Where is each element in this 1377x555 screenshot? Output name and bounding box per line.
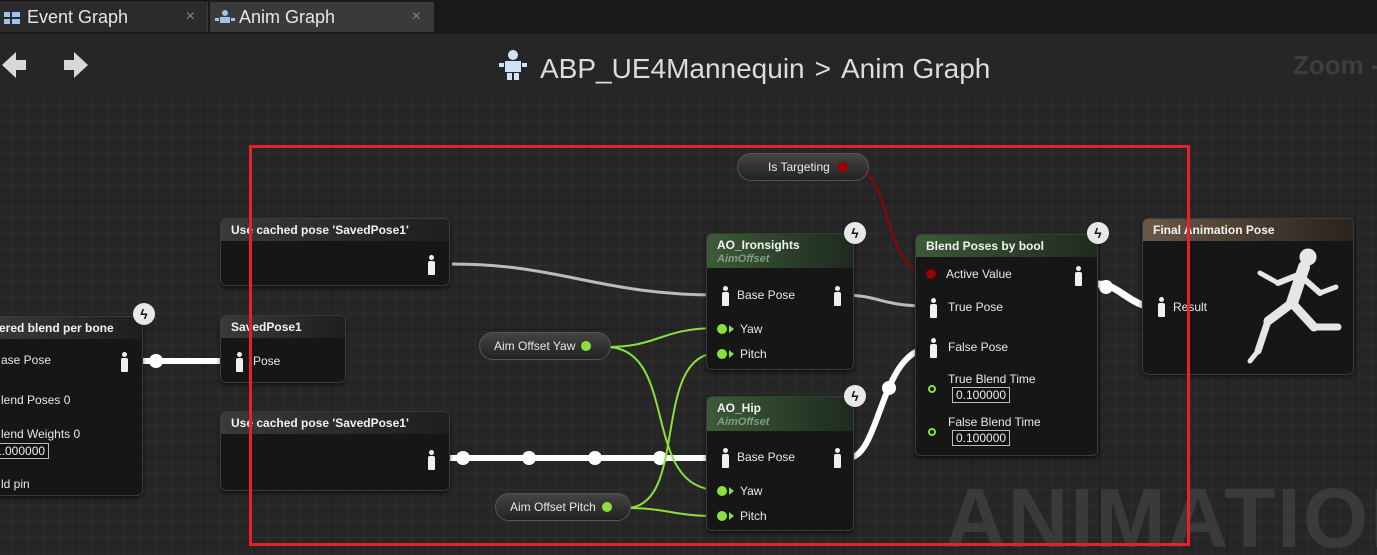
zoom-label: Zoom - <box>1293 50 1377 80</box>
pin-blend-weights[interactable]: lend Weights 0 <box>1 427 80 441</box>
tab-label: Anim Graph <box>239 7 336 27</box>
value-field[interactable]: 1.000000 <box>0 443 50 459</box>
tab-event-graph[interactable]: Event Graph × <box>0 2 208 32</box>
event-graph-icon <box>3 9 21 27</box>
tab-anim-graph[interactable]: Anim Graph × <box>210 2 434 32</box>
pin-label: lend Poses 0 <box>1 393 71 407</box>
anim-blueprint-icon <box>496 48 530 89</box>
close-icon[interactable]: × <box>186 8 195 26</box>
pose-pin-icon[interactable] <box>235 352 243 372</box>
highlight-frame <box>249 145 1190 546</box>
pin-label: lend Weights 0 <box>1 427 81 441</box>
breadcrumb-separator: > <box>814 52 831 84</box>
layered-blend-node[interactable]: ered blend per bone ase Pose lend Poses … <box>0 316 143 496</box>
tab-bar: Event Graph × Anim Graph × <box>0 0 1377 34</box>
node-title: ered blend per bone <box>0 317 142 339</box>
pin-label: ld pin <box>1 477 30 491</box>
breadcrumb-asset[interactable]: ABP_UE4Mannequin <box>540 53 805 85</box>
weight-value-box[interactable]: 1.000000 <box>0 443 50 459</box>
wire-knot <box>149 354 163 368</box>
breadcrumb-graph: Anim Graph <box>840 52 991 84</box>
pin-base-pose[interactable]: ase Pose <box>1 353 51 367</box>
pin-blend-poses[interactable]: lend Poses 0 <box>1 393 70 407</box>
fast-path-icon: ϟ <box>133 303 155 325</box>
anim-graph-icon <box>215 9 235 27</box>
back-arrow-icon[interactable] <box>2 50 28 88</box>
pin-label: ase Pose <box>1 353 52 367</box>
forward-arrow-icon[interactable] <box>62 50 88 88</box>
graph-canvas[interactable]: ANIMATION ered blend per bone ase Pose <box>0 98 1377 555</box>
graph-header: ABP_UE4Mannequin > Anim Graph Zoom - <box>0 34 1377 98</box>
tab-label: Event Graph <box>27 7 129 27</box>
pose-pin-icon[interactable] <box>120 352 128 372</box>
close-icon[interactable]: × <box>412 8 421 26</box>
breadcrumb: ABP_UE4Mannequin > Anim Graph <box>496 48 990 89</box>
pin-add-pin[interactable]: ld pin <box>1 477 30 491</box>
running-mannequin-icon <box>1247 248 1342 364</box>
